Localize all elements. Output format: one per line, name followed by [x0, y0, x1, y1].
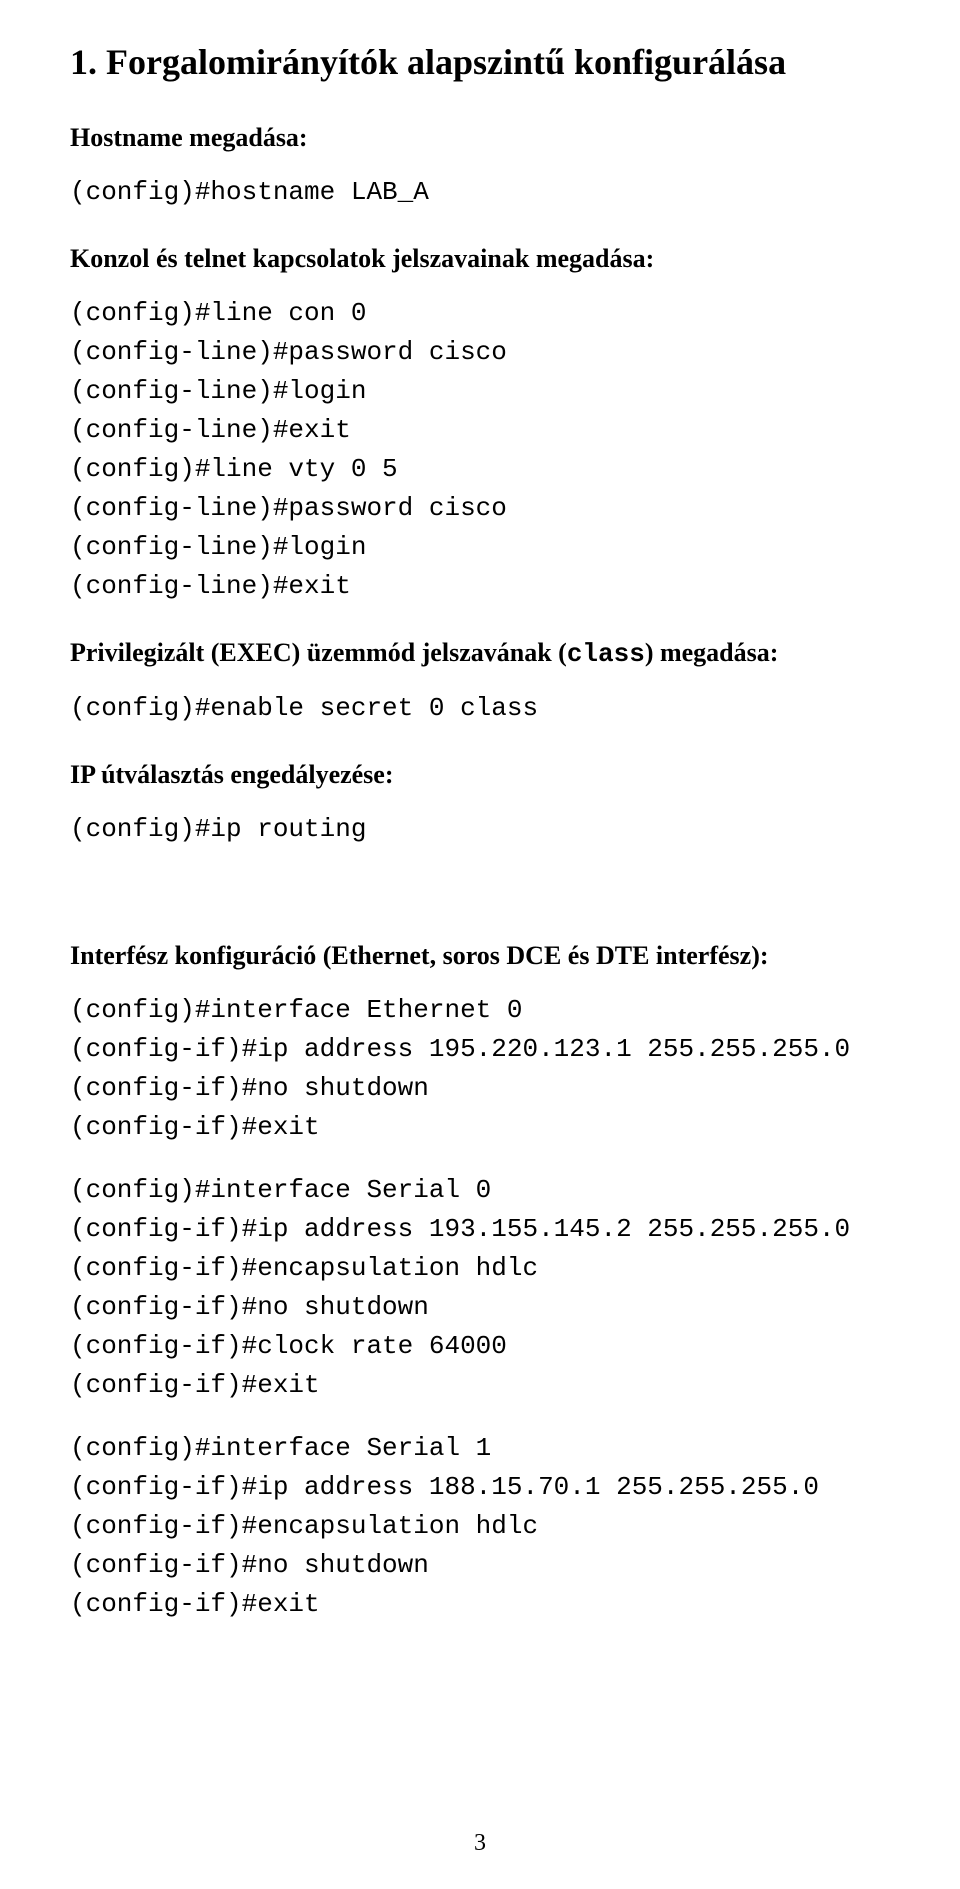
heading-konzol: Konzol és telnet kapcsolatok jelszavaina… — [70, 242, 890, 276]
heading-hostname: Hostname megadása: — [70, 121, 890, 155]
code-interface-ethernet: (config)#interface Ethernet 0 (config-if… — [70, 991, 890, 1147]
code-enable-secret: (config)#enable secret 0 class — [70, 689, 890, 728]
heading-privileged-pre: Privilegizált (EXEC) üzemmód jelszavának… — [70, 638, 567, 667]
page-title: 1. Forgalomirányítók alapszintű konfigur… — [70, 40, 890, 85]
code-interface-serial1: (config)#interface Serial 1 (config-if)#… — [70, 1429, 890, 1624]
heading-privileged-post: ) megadása: — [645, 638, 779, 667]
code-interface-serial0: (config)#interface Serial 0 (config-if)#… — [70, 1171, 890, 1405]
heading-interface-config: Interfész konfiguráció (Ethernet, soros … — [70, 939, 890, 973]
code-hostname: (config)#hostname LAB_A — [70, 173, 890, 212]
heading-privileged: Privilegizált (EXEC) üzemmód jelszavának… — [70, 636, 890, 672]
heading-privileged-class: class — [567, 639, 645, 669]
code-ip-routing: (config)#ip routing — [70, 810, 890, 849]
document-page: 1. Forgalomirányítók alapszintű konfigur… — [0, 0, 960, 1889]
heading-ip-routing: IP útválasztás engedályezése: — [70, 758, 890, 792]
code-konzol: (config)#line con 0 (config-line)#passwo… — [70, 294, 890, 606]
spacer — [70, 873, 890, 909]
page-number: 3 — [0, 1830, 960, 1857]
